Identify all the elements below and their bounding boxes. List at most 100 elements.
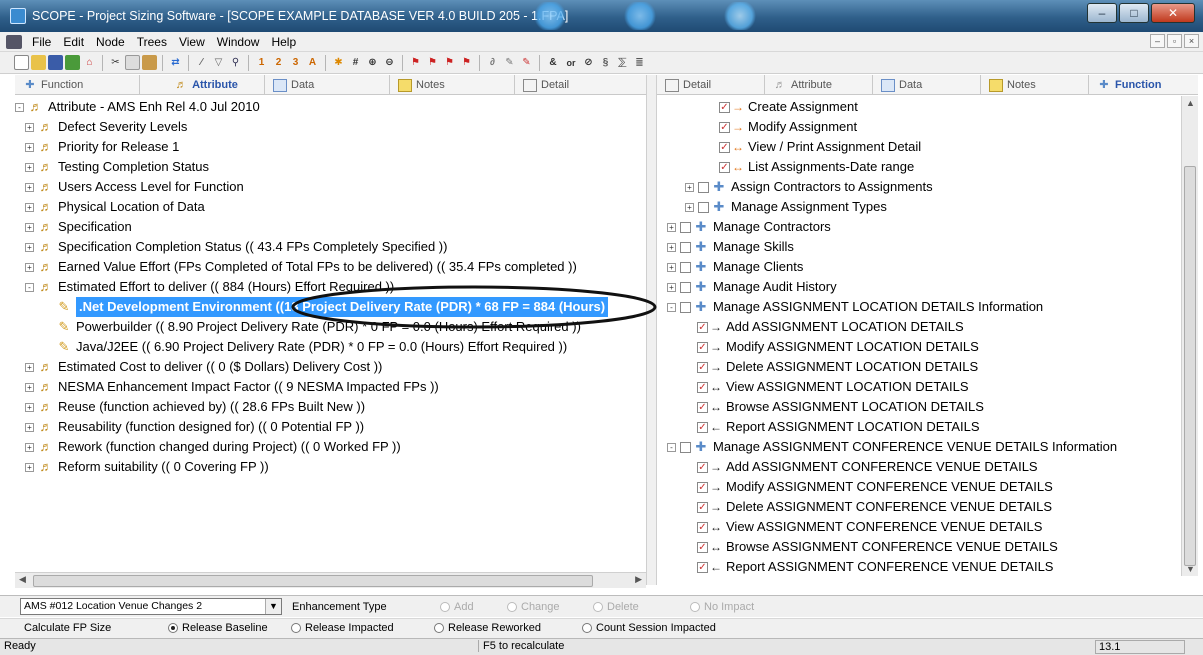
scroll-thumb-vertical[interactable] xyxy=(1184,166,1196,566)
process-node[interactable]: ✓ → Delete ASSIGNMENT CONFERENCE VENUE DET… xyxy=(697,497,1052,517)
tab-notes-right[interactable]: Notes xyxy=(981,75,1089,95)
radio-release-baseline[interactable]: Release Baseline xyxy=(168,622,268,634)
expand-icon[interactable]: ✱ xyxy=(331,55,346,70)
process-node[interactable]: ✓ → Add ASSIGNMENT LOCATION DETAILS xyxy=(697,317,964,337)
zoom-out-icon[interactable]: ⊖ xyxy=(382,55,397,70)
checkbox[interactable]: ✓ xyxy=(697,461,708,473)
expand-icon[interactable]: + xyxy=(25,422,34,432)
process-node[interactable]: ✓ ↔ Browse ASSIGNMENT LOCATION DETAILS xyxy=(697,397,984,417)
find-icon[interactable]: ⚲ xyxy=(228,55,243,70)
report-icon[interactable]: ≣ xyxy=(632,55,647,70)
function-node[interactable]: + ✚ Manage Skills xyxy=(667,237,794,257)
process-node[interactable]: ✓ → Add ASSIGNMENT CONFERENCE VENUE DETAIL… xyxy=(697,457,1038,477)
tree-node[interactable]: + ♬ Reusability (function designed for) ((… xyxy=(25,417,364,437)
expand-icon[interactable]: + xyxy=(685,202,694,212)
horizontal-scrollbar[interactable]: ◀ ▶ xyxy=(15,572,646,588)
expand-icon[interactable]: + xyxy=(25,442,34,452)
menu-node[interactable]: Node xyxy=(90,35,131,49)
expand-icon[interactable]: + xyxy=(25,142,34,152)
checkbox[interactable] xyxy=(680,221,691,233)
tree-node[interactable]: + ♬ Specification Completion Status (( 43.… xyxy=(25,237,447,257)
process-node[interactable]: ✓ → Create Assignment xyxy=(719,97,858,117)
tab-attribute-right[interactable]: ♬ Attribute xyxy=(765,75,873,95)
tree-node[interactable]: + ♬ Reuse (function achieved by) (( 28.6 F… xyxy=(25,397,365,417)
radio-change[interactable]: Change xyxy=(507,601,560,613)
tab-notes-left[interactable]: Notes xyxy=(390,75,515,95)
checkbox[interactable]: ✓ xyxy=(697,481,708,493)
chevron-down-icon[interactable]: ▼ xyxy=(265,599,281,614)
level2-icon[interactable]: 2 xyxy=(271,55,286,70)
menu-edit[interactable]: Edit xyxy=(57,35,90,49)
expand-icon[interactable]: + xyxy=(25,182,34,192)
tree-node[interactable]: + ♬ NESMA Enhancement Impact Factor (( 9 N… xyxy=(25,377,439,397)
zoom-in-icon[interactable]: ⊕ xyxy=(365,55,380,70)
flag-clear-icon[interactable]: ⚑ xyxy=(459,55,474,70)
menu-file[interactable]: File xyxy=(26,35,57,49)
tree-node[interactable]: + ♬ Estimated Cost to deliver (( 0 ($ Doll… xyxy=(25,357,382,377)
process-node[interactable]: ✓ → Modify Assignment xyxy=(719,117,857,137)
tab-function-left[interactable]: ✚ Function xyxy=(15,75,140,95)
function-node[interactable]: - ✚ Manage ASSIGNMENT CONFERENCE VENUE DET… xyxy=(667,437,1117,457)
close-button[interactable]: ✕ xyxy=(1151,3,1195,23)
save-icon[interactable] xyxy=(48,55,63,70)
expand-icon[interactable]: + xyxy=(25,362,34,372)
flag-pink-icon[interactable]: ⚑ xyxy=(442,55,457,70)
or-icon[interactable]: or xyxy=(563,55,579,70)
tree-node[interactable]: + ♬ Specification xyxy=(25,217,132,237)
tree-node[interactable]: + ♬ Earned Value Effort (FPs Completed of … xyxy=(25,257,577,277)
attach-icon[interactable]: ∂ xyxy=(485,55,500,70)
tab-data-left[interactable]: Data xyxy=(265,75,390,95)
process-node[interactable]: ✓ ↔ List Assignments-Date range xyxy=(719,157,914,177)
expand-icon[interactable]: + xyxy=(25,162,34,172)
expand-icon[interactable]: + xyxy=(25,382,34,392)
tree-node[interactable]: + ♬ Users Access Level for Function xyxy=(25,177,244,197)
expand-icon[interactable]: + xyxy=(25,242,34,252)
scroll-up-icon[interactable]: ▲ xyxy=(1186,98,1195,108)
collapse-icon[interactable]: - xyxy=(25,282,34,292)
flag-red-icon[interactable]: ⚑ xyxy=(408,55,423,70)
sort-icon[interactable]: § xyxy=(598,55,613,70)
group-icon[interactable]: ⅀ xyxy=(615,55,630,70)
checkbox[interactable] xyxy=(680,441,691,453)
menu-window[interactable]: Window xyxy=(211,35,266,49)
process-node[interactable]: ✓ → Modify ASSIGNMENT LOCATION DETAILS xyxy=(697,337,979,357)
process-node[interactable]: ✓ → Delete ASSIGNMENT LOCATION DETAILS xyxy=(697,357,978,377)
expand-icon[interactable]: + xyxy=(667,242,676,252)
expand-icon[interactable]: + xyxy=(25,222,34,232)
copy-icon[interactable] xyxy=(125,55,140,70)
menu-trees[interactable]: Trees xyxy=(131,35,173,49)
collapse-icon[interactable]: - xyxy=(667,302,676,312)
expand-icon[interactable]: + xyxy=(667,222,676,232)
radio-delete[interactable]: Delete xyxy=(593,601,639,613)
tree-node[interactable]: + ♬ Priority for Release 1 xyxy=(25,137,179,157)
process-node[interactable]: ✓ ← Report ASSIGNMENT CONFERENCE VENUE DET… xyxy=(697,557,1053,576)
chart-icon[interactable] xyxy=(65,55,80,70)
tree-node[interactable]: + ♬ Defect Severity Levels xyxy=(25,117,187,137)
level3-icon[interactable]: 3 xyxy=(288,55,303,70)
expand-icon[interactable]: + xyxy=(685,182,694,192)
expand-icon[interactable]: + xyxy=(667,262,676,272)
expand-icon[interactable]: + xyxy=(667,282,676,292)
checkbox[interactable]: ✓ xyxy=(697,561,708,573)
edit-attr-icon[interactable]: ✎ xyxy=(502,55,517,70)
radio-add[interactable]: Add xyxy=(440,601,474,613)
tree-node[interactable]: ✎ Java/J2EE (( 6.90 Project Delivery Rate… xyxy=(56,337,568,357)
tree-node[interactable]: + ♬ Reform suitability (( 0 Covering FP )) xyxy=(25,457,269,477)
checkbox[interactable]: ✓ xyxy=(719,121,730,133)
expand-icon[interactable]: + xyxy=(25,402,34,412)
maximize-button[interactable]: □ xyxy=(1119,3,1149,23)
process-node[interactable]: ✓ ↔ View / Print Assignment Detail xyxy=(719,137,921,157)
mdi-minimize-button[interactable]: – xyxy=(1150,34,1165,48)
expand-icon[interactable]: + xyxy=(25,262,34,272)
scroll-thumb[interactable] xyxy=(33,575,593,587)
scroll-left-icon[interactable]: ◀ xyxy=(19,574,26,585)
checkbox[interactable] xyxy=(680,261,691,273)
swap-icon[interactable]: ⇄ xyxy=(168,55,183,70)
tree-node[interactable]: + ♬ Rework (function changed during Projec… xyxy=(25,437,401,457)
vertical-scrollbar[interactable]: ▲ ▼ xyxy=(1181,96,1198,576)
tab-detail-left[interactable]: Detail xyxy=(515,75,646,95)
tree-node[interactable]: - ♬ Attribute - AMS Enh Rel 4.0 Jul 2010 xyxy=(15,97,260,117)
link-icon[interactable]: ∕ xyxy=(194,55,209,70)
expand-icon[interactable]: + xyxy=(25,202,34,212)
checkbox[interactable]: ✓ xyxy=(719,101,730,113)
